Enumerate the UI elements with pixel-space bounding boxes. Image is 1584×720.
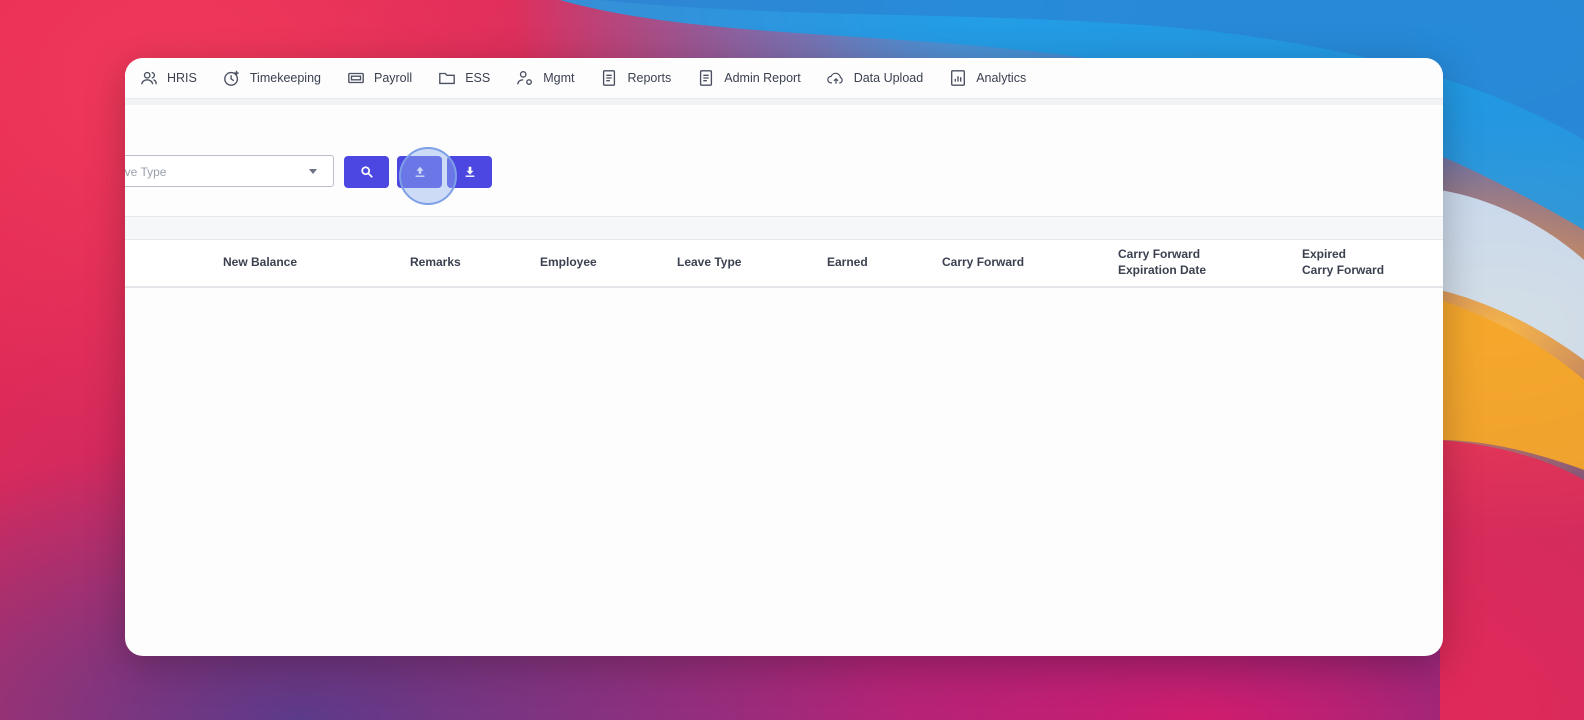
column-header-carry-forward[interactable]: Carry Forward [942,254,1024,270]
nav-item-reports[interactable]: Reports [600,69,671,87]
leave-type-select[interactable]: ave Type [125,155,334,187]
leave-type-placeholder: ave Type [125,165,167,179]
nav-divider [125,99,1443,105]
users-icon [141,71,157,85]
table-body [125,287,1443,656]
nav-label-hris: HRIS [167,71,197,85]
section-gap [125,217,1443,239]
filter-bar: ave Type [125,155,725,189]
nav-label-data-upload: Data Upload [853,71,924,85]
upload-button[interactable] [397,156,442,188]
nav-item-data-upload[interactable]: Data Upload [826,69,924,87]
nav-label-reports: Reports [627,71,672,85]
download-icon [465,166,474,177]
nav-item-admin-report[interactable]: Admin Report [697,69,801,87]
top-navigation: HRIS Timekeeping Payroll ESS Mgmt Report… [125,58,1443,99]
caret-down-icon [309,169,317,174]
nav-item-analytics[interactable]: Analytics [949,69,1026,87]
nav-label-timekeeping: Timekeeping [249,71,321,85]
table-header: New Balance Remarks Employee Leave Type … [125,239,1443,288]
nav-label-mgmt: Mgmt [543,71,575,85]
column-header-new-balance[interactable]: New Balance [223,254,297,270]
upload-icon [415,166,424,177]
nav-item-hris[interactable]: HRIS [140,69,197,87]
cloud-upload-icon [826,72,843,84]
column-header-employee[interactable]: Employee [540,254,597,270]
nav-label-ess: ESS [465,71,491,85]
folder-icon [439,72,456,85]
search-icon [360,166,373,178]
nav-label-payroll: Payroll [373,71,413,85]
nav-item-timekeeping[interactable]: Timekeeping [223,69,321,87]
column-header-expired-carry-forward[interactable]: Expired Carry Forward [1302,246,1384,278]
clock-plus-icon [224,70,239,86]
search-button[interactable] [344,156,389,188]
app-window: HRIS Timekeeping Payroll ESS Mgmt Report… [125,58,1443,656]
column-header-earned[interactable]: Earned [827,254,868,270]
user-gear-icon [517,71,533,85]
nav-label-admin-report: Admin Report [724,71,801,85]
nav-item-mgmt[interactable]: Mgmt [516,69,574,87]
column-header-leave-type[interactable]: Leave Type [677,254,741,270]
document-icon [603,70,616,86]
nav-item-payroll[interactable]: Payroll [347,69,412,87]
column-header-carry-forward-expiration-date[interactable]: Carry Forward Expiration Date [1118,246,1206,278]
document-icon [700,70,713,86]
cash-icon [348,72,364,84]
bar-chart-icon [951,70,966,86]
column-header-remarks[interactable]: Remarks [410,254,461,270]
nav-label-analytics: Analytics [976,71,1027,85]
download-button[interactable] [447,156,492,188]
nav-item-ess[interactable]: ESS [438,69,490,87]
